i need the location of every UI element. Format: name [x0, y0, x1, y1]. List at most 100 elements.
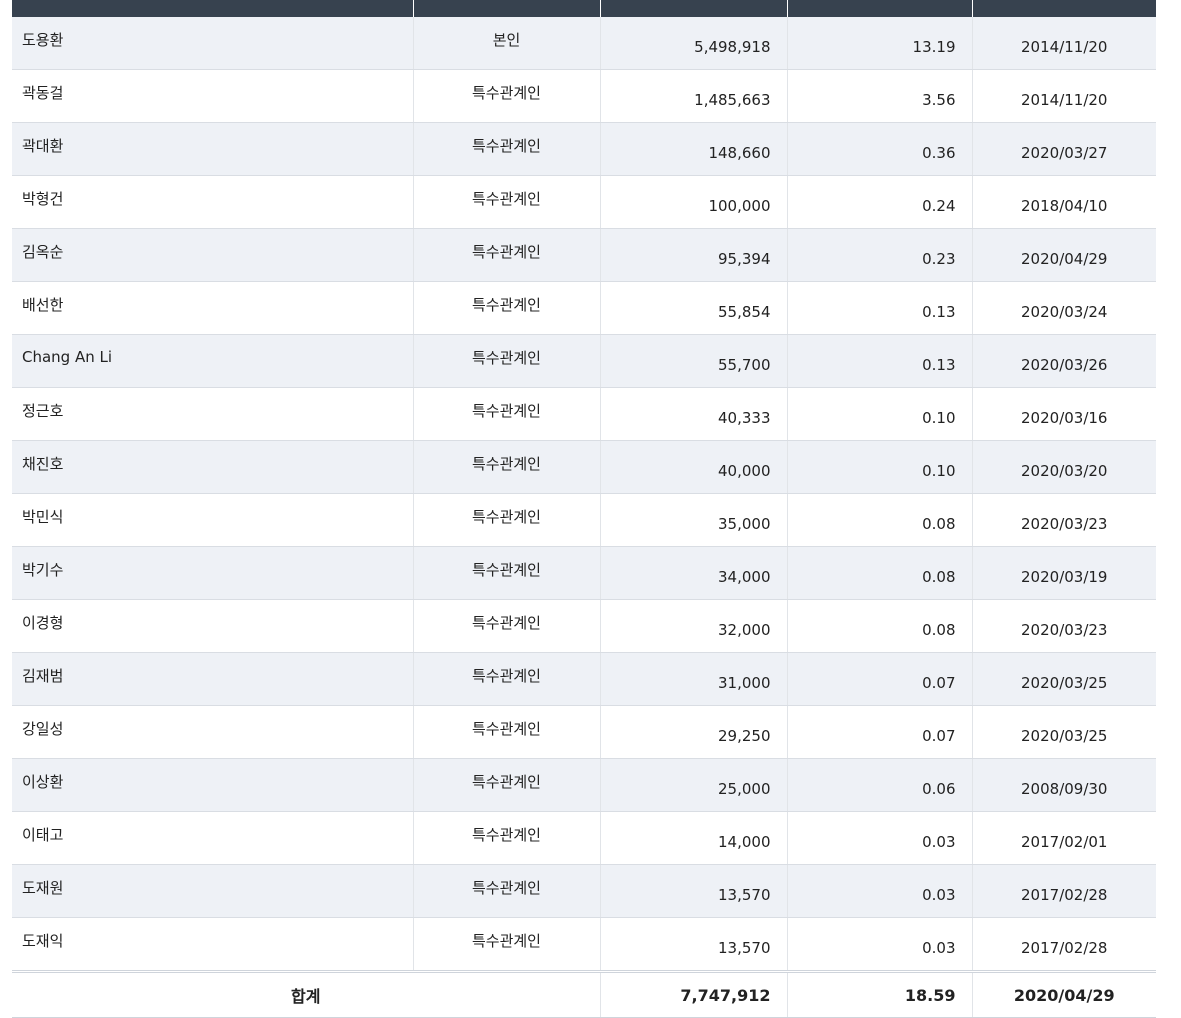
table-row: 도재원 특수관계인 13,570 0.03 2017/02/28: [12, 864, 1156, 918]
cell-shares: 32,000: [600, 599, 788, 653]
cell-shares: 31,000: [600, 652, 788, 706]
cell-date: 2020/03/19: [972, 546, 1156, 600]
table-row: 박기수 특수관계인 34,000 0.08 2020/03/19: [12, 546, 1156, 600]
cell-date: 2020/03/20: [972, 440, 1156, 494]
cell-name: Chang An Li: [12, 334, 414, 388]
cell-ratio: 0.03: [787, 864, 973, 918]
cell-shares: 100,000: [600, 175, 788, 229]
cell-shares: 13,570: [600, 864, 788, 918]
cell-name: 박기수: [12, 546, 414, 600]
cell-ratio: 3.56: [787, 69, 973, 123]
cell-name: 박민식: [12, 493, 414, 547]
cell-shares: 95,394: [600, 228, 788, 282]
cell-ratio: 0.03: [787, 811, 973, 865]
total-label: 합계: [12, 970, 601, 1018]
table-row: Chang An Li 특수관계인 55,700 0.13 2020/03/26: [12, 334, 1156, 388]
cell-relation: 본인: [413, 17, 601, 70]
table-row: 강일성 특수관계인 29,250 0.07 2020/03/25: [12, 705, 1156, 759]
cell-ratio: 0.10: [787, 440, 973, 494]
cell-relation: 특수관계인: [413, 175, 601, 229]
cell-relation: 특수관계인: [413, 758, 601, 812]
cell-ratio: 0.36: [787, 122, 973, 176]
cell-ratio: 0.08: [787, 546, 973, 600]
cell-shares: 40,333: [600, 387, 788, 441]
total-ratio: 18.59: [787, 970, 973, 1018]
table-footer: 합계 7,747,912 18.59 2020/04/29: [12, 970, 1156, 1018]
cell-date: 2014/11/20: [972, 69, 1156, 123]
cell-relation: 특수관계인: [413, 228, 601, 282]
cell-name: 도재익: [12, 917, 414, 972]
cell-name: 김옥순: [12, 228, 414, 282]
cell-date: 2008/09/30: [972, 758, 1156, 812]
cell-name: 배선한: [12, 281, 414, 335]
cell-ratio: 0.07: [787, 705, 973, 759]
cell-date: 2017/02/28: [972, 864, 1156, 918]
cell-name: 김재범: [12, 652, 414, 706]
cell-shares: 40,000: [600, 440, 788, 494]
table-row: 정근호 특수관계인 40,333 0.10 2020/03/16: [12, 387, 1156, 441]
cell-ratio: 0.13: [787, 281, 973, 335]
table-row: 이태고 특수관계인 14,000 0.03 2017/02/01: [12, 811, 1156, 865]
table-row: 김옥순 특수관계인 95,394 0.23 2020/04/29: [12, 228, 1156, 282]
table-row: 곽동걸 특수관계인 1,485,663 3.56 2014/11/20: [12, 69, 1156, 123]
table-row: 이경형 특수관계인 32,000 0.08 2020/03/23: [12, 599, 1156, 653]
cell-name: 곽동걸: [12, 69, 414, 123]
cell-shares: 55,854: [600, 281, 788, 335]
cell-date: 2017/02/01: [972, 811, 1156, 865]
cell-ratio: 0.07: [787, 652, 973, 706]
cell-relation: 특수관계인: [413, 917, 601, 972]
cell-ratio: 0.08: [787, 493, 973, 547]
cell-date: 2017/02/28: [972, 917, 1156, 972]
cell-date: 2018/04/10: [972, 175, 1156, 229]
cell-date: 2020/03/27: [972, 122, 1156, 176]
cell-date: 2020/03/23: [972, 599, 1156, 653]
cell-shares: 13,570: [600, 917, 788, 972]
cell-date: 2020/03/25: [972, 652, 1156, 706]
table-row: 도용환 본인 5,498,918 13.19 2014/11/20: [12, 17, 1156, 70]
cell-shares: 34,000: [600, 546, 788, 600]
cell-name: 정근호: [12, 387, 414, 441]
cell-shares: 55,700: [600, 334, 788, 388]
table-row: 박형건 특수관계인 100,000 0.24 2018/04/10: [12, 175, 1156, 229]
table-row: 곽대환 특수관계인 148,660 0.36 2020/03/27: [12, 122, 1156, 176]
cell-relation: 특수관계인: [413, 122, 601, 176]
cell-date: 2020/03/26: [972, 334, 1156, 388]
cell-relation: 특수관계인: [413, 652, 601, 706]
header-relation: [413, 0, 601, 17]
table-row: 도재익 특수관계인 13,570 0.03 2017/02/28: [12, 917, 1156, 972]
cell-name: 도용환: [12, 17, 414, 70]
cell-relation: 특수관계인: [413, 705, 601, 759]
cell-relation: 특수관계인: [413, 69, 601, 123]
cell-ratio: 0.08: [787, 599, 973, 653]
header-date: [972, 0, 1156, 17]
cell-shares: 35,000: [600, 493, 788, 547]
cell-name: 이상환: [12, 758, 414, 812]
table-header: [12, 0, 1156, 17]
cell-name: 곽대환: [12, 122, 414, 176]
cell-date: 2020/03/25: [972, 705, 1156, 759]
table-row: 김재범 특수관계인 31,000 0.07 2020/03/25: [12, 652, 1156, 706]
total-date: 2020/04/29: [972, 970, 1156, 1018]
cell-ratio: 0.24: [787, 175, 973, 229]
cell-ratio: 0.03: [787, 917, 973, 972]
cell-relation: 특수관계인: [413, 387, 601, 441]
cell-shares: 29,250: [600, 705, 788, 759]
total-shares: 7,747,912: [600, 970, 788, 1018]
cell-shares: 148,660: [600, 122, 788, 176]
cell-name: 이태고: [12, 811, 414, 865]
header-name: [12, 0, 414, 17]
shareholder-table: 도용환 본인 5,498,918 13.19 2014/11/20 곽동걸 특수관계인 1,4…: [12, 0, 1156, 1018]
table-row: 채진호 특수관계인 40,000 0.10 2020/03/20: [12, 440, 1156, 494]
cell-ratio: 13.19: [787, 17, 973, 70]
table-row: 배선한 특수관계인 55,854 0.13 2020/03/24: [12, 281, 1156, 335]
cell-ratio: 0.06: [787, 758, 973, 812]
cell-name: 강일성: [12, 705, 414, 759]
cell-date: 2014/11/20: [972, 17, 1156, 70]
cell-relation: 특수관계인: [413, 281, 601, 335]
cell-relation: 특수관계인: [413, 334, 601, 388]
cell-relation: 특수관계인: [413, 546, 601, 600]
table-row: 박민식 특수관계인 35,000 0.08 2020/03/23: [12, 493, 1156, 547]
table-body: 도용환 본인 5,498,918 13.19 2014/11/20 곽동걸 특수관계인 1,4…: [12, 17, 1156, 972]
cell-shares: 25,000: [600, 758, 788, 812]
cell-shares: 1,485,663: [600, 69, 788, 123]
